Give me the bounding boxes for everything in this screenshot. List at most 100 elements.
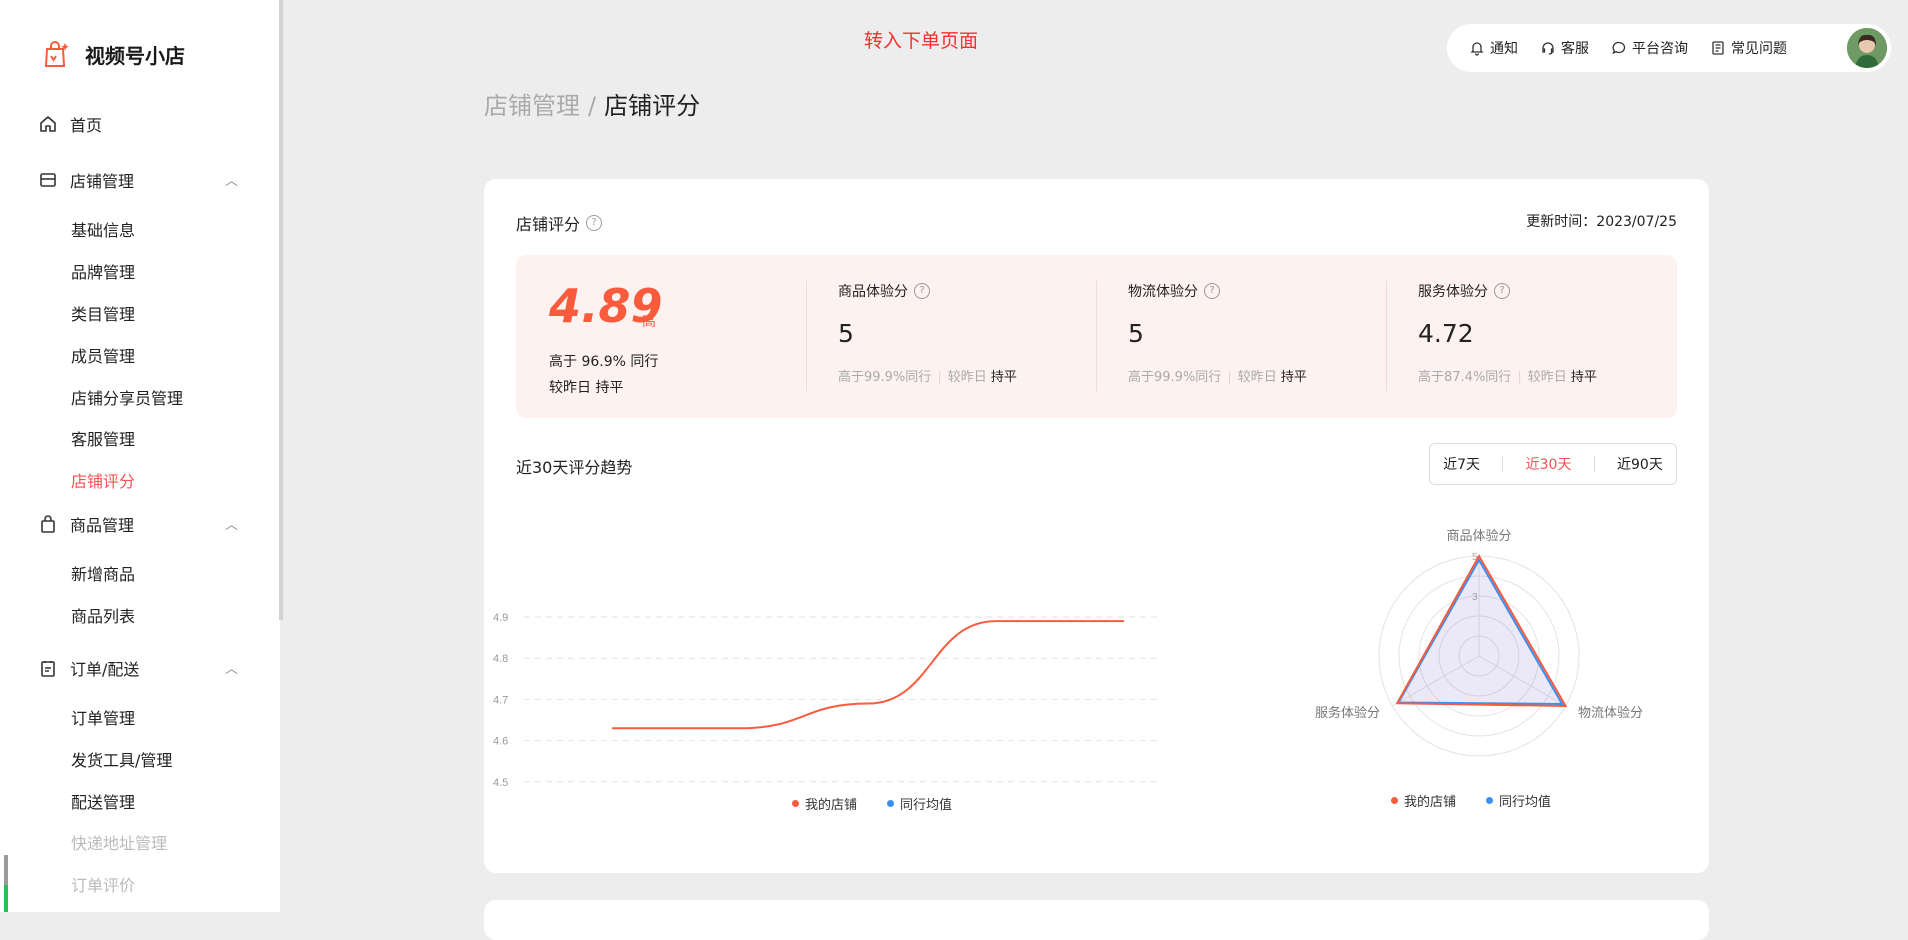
legend-item-mine[interactable]: 我的店铺 bbox=[1391, 791, 1456, 810]
line-chart-legend: 我的店铺 同行均值 bbox=[792, 794, 982, 813]
sidebar-scrollbar[interactable] bbox=[279, 0, 283, 620]
score-radar-chart: 商品体验分物流体验分服务体验分53 bbox=[1315, 528, 1643, 757]
sub-title: 物流体验分 bbox=[1128, 284, 1198, 300]
page-title: 店铺评分 bbox=[604, 92, 701, 120]
score-panel: 4.89 高 高于 96.9% 同行 较昨日 持平 商品体验分? 5 高于99.… bbox=[516, 255, 1677, 418]
overall-peer-compare: 高于 96.9% 同行 bbox=[549, 354, 659, 370]
sidebar-item-address[interactable]: 快递地址管理 bbox=[71, 830, 167, 854]
sub-vs-value: 持平 bbox=[990, 370, 1017, 385]
divider bbox=[1386, 281, 1387, 391]
legend-item-peer[interactable]: 同行均值 bbox=[1486, 791, 1551, 810]
app-logo[interactable]: 视频号小店 bbox=[40, 38, 185, 70]
range-7d[interactable]: 近7天 bbox=[1439, 454, 1484, 474]
sidebar-item-members[interactable]: 成员管理 bbox=[71, 343, 135, 367]
sidebar: 视频号小店 首页 店铺管理 ︿ 基础信息 品牌管理 类目管理 成员管理 店铺分享… bbox=[0, 0, 283, 912]
sub-value: 4.72 bbox=[1418, 319, 1474, 348]
sub-vs-value: 持平 bbox=[1280, 370, 1307, 385]
next-card bbox=[484, 900, 1709, 940]
consult-label: 平台咨询 bbox=[1632, 41, 1688, 57]
y-tick-label: 4.6 bbox=[493, 736, 508, 748]
breadcrumb: 店铺管理 / 店铺评分 bbox=[484, 86, 700, 121]
sidebar-item-product-list[interactable]: 商品列表 bbox=[71, 603, 135, 627]
notify-button[interactable]: 通知 bbox=[1469, 38, 1518, 58]
faq-button[interactable]: 常见问题 bbox=[1710, 38, 1787, 58]
radar-axis-label: 物流体验分 bbox=[1578, 705, 1643, 720]
nav-home-label: 首页 bbox=[70, 116, 103, 135]
sidebar-item-basic-info[interactable]: 基础信息 bbox=[71, 217, 135, 241]
nav-product-mgmt[interactable]: 商品管理 bbox=[38, 512, 134, 536]
radar-axis-label: 服务体验分 bbox=[1315, 705, 1380, 720]
avatar[interactable] bbox=[1847, 28, 1887, 68]
nav-order-mgmt[interactable]: 订单/配送 bbox=[38, 656, 139, 680]
divider bbox=[806, 281, 807, 391]
divider bbox=[1502, 456, 1504, 472]
nav-order-mgmt-label: 订单/配送 bbox=[70, 660, 140, 679]
nav-store-mgmt-label: 店铺管理 bbox=[70, 172, 135, 191]
shop-bag-icon bbox=[44, 41, 69, 67]
help-icon[interactable]: ? bbox=[1494, 283, 1510, 299]
sidebar-item-new-product[interactable]: 新增商品 bbox=[71, 561, 135, 585]
sub-value: 5 bbox=[1128, 319, 1144, 348]
help-icon[interactable]: ? bbox=[1204, 283, 1220, 299]
sidebar-item-customer-service[interactable]: 客服管理 bbox=[71, 426, 135, 450]
breadcrumb-parent[interactable]: 店铺管理 bbox=[484, 92, 580, 120]
sub-vs-label: 较昨日 bbox=[947, 370, 987, 385]
help-icon[interactable]: ? bbox=[914, 283, 930, 299]
trend-line-chart: 4.44.54.64.74.84.906/2706/2806/2907/2407… bbox=[493, 612, 1159, 789]
nav-store-mgmt[interactable]: 店铺管理 bbox=[38, 168, 134, 192]
chevron-up-icon[interactable]: ︿ bbox=[225, 658, 238, 677]
y-tick-label: 4.9 bbox=[493, 612, 508, 624]
sidebar-item-reviews[interactable]: 订单评价 bbox=[71, 872, 135, 896]
legend-item-mine[interactable]: 我的店铺 bbox=[792, 794, 857, 813]
range-30d[interactable]: 近30天 bbox=[1522, 454, 1576, 474]
product-score-block: 商品体验分? 5 高于99.9%同行 | 较昨日 持平 bbox=[838, 281, 1078, 385]
headset-icon bbox=[1542, 42, 1554, 55]
sub-vs-label: 较昨日 bbox=[1237, 370, 1277, 385]
series-line-my-store bbox=[612, 620, 1124, 730]
radar-axis-label: 商品体验分 bbox=[1446, 528, 1511, 543]
bell-icon bbox=[1470, 42, 1484, 56]
overall-vs-yesterday: 较昨日 持平 bbox=[549, 380, 624, 396]
bag-icon bbox=[41, 515, 55, 533]
trend-title: 近30天评分趋势 bbox=[516, 458, 633, 477]
sub-peer: 高于87.4%同行 bbox=[1418, 370, 1512, 385]
divider bbox=[1096, 281, 1097, 391]
nav-home[interactable]: 首页 bbox=[38, 112, 102, 136]
sidebar-item-shipping-tools[interactable]: 发货工具/管理 bbox=[71, 747, 172, 771]
sidebar-item-sharers[interactable]: 店铺分享员管理 bbox=[71, 385, 183, 409]
legend-item-peer[interactable]: 同行均值 bbox=[887, 794, 952, 813]
sidebar-item-category[interactable]: 类目管理 bbox=[71, 301, 135, 325]
faq-label: 常见问题 bbox=[1731, 41, 1787, 57]
store-icon bbox=[40, 173, 56, 187]
notify-label: 通知 bbox=[1490, 41, 1518, 57]
consult-button[interactable]: 平台咨询 bbox=[1611, 38, 1688, 58]
range-selector: 近7天 近30天 近90天 bbox=[1429, 443, 1677, 485]
y-tick-label: 4.5 bbox=[493, 777, 508, 789]
service-score-block: 服务体验分? 4.72 高于87.4%同行 | 较昨日 持平 bbox=[1418, 281, 1658, 385]
sub-title: 商品体验分 bbox=[838, 284, 908, 300]
sub-value: 5 bbox=[838, 319, 854, 348]
breadcrumb-separator: / bbox=[588, 92, 597, 120]
chevron-up-icon[interactable]: ︿ bbox=[225, 170, 238, 189]
app-name: 视频号小店 bbox=[85, 43, 185, 68]
chevron-up-icon[interactable]: ︿ bbox=[225, 514, 238, 533]
sidebar-item-store-score[interactable]: 店铺评分 bbox=[71, 468, 135, 492]
clipboard-icon bbox=[41, 661, 55, 677]
top-link-label[interactable]: 转入下单页面 bbox=[864, 26, 978, 53]
sub-vs-label: 较昨日 bbox=[1527, 370, 1567, 385]
y-tick-label: 4.7 bbox=[493, 694, 508, 706]
top-toolbar: 通知 客服 平台咨询 常见问题 bbox=[1447, 24, 1891, 72]
nav-product-mgmt-label: 商品管理 bbox=[70, 516, 135, 535]
document-icon bbox=[1712, 41, 1724, 55]
sidebar-item-delivery[interactable]: 配送管理 bbox=[71, 789, 135, 813]
service-button[interactable]: 客服 bbox=[1540, 38, 1589, 58]
legend-label: 同行均值 bbox=[1499, 795, 1552, 810]
legend-label: 同行均值 bbox=[900, 798, 953, 813]
help-icon[interactable]: ? bbox=[586, 215, 603, 231]
sidebar-item-brand[interactable]: 品牌管理 bbox=[71, 259, 135, 283]
left-scroll-indicator bbox=[4, 885, 8, 912]
legend-label: 我的店铺 bbox=[805, 798, 858, 813]
radar-series-peer-avg bbox=[1396, 557, 1564, 706]
sidebar-item-orders[interactable]: 订单管理 bbox=[71, 705, 135, 729]
range-90d[interactable]: 近90天 bbox=[1613, 454, 1667, 474]
